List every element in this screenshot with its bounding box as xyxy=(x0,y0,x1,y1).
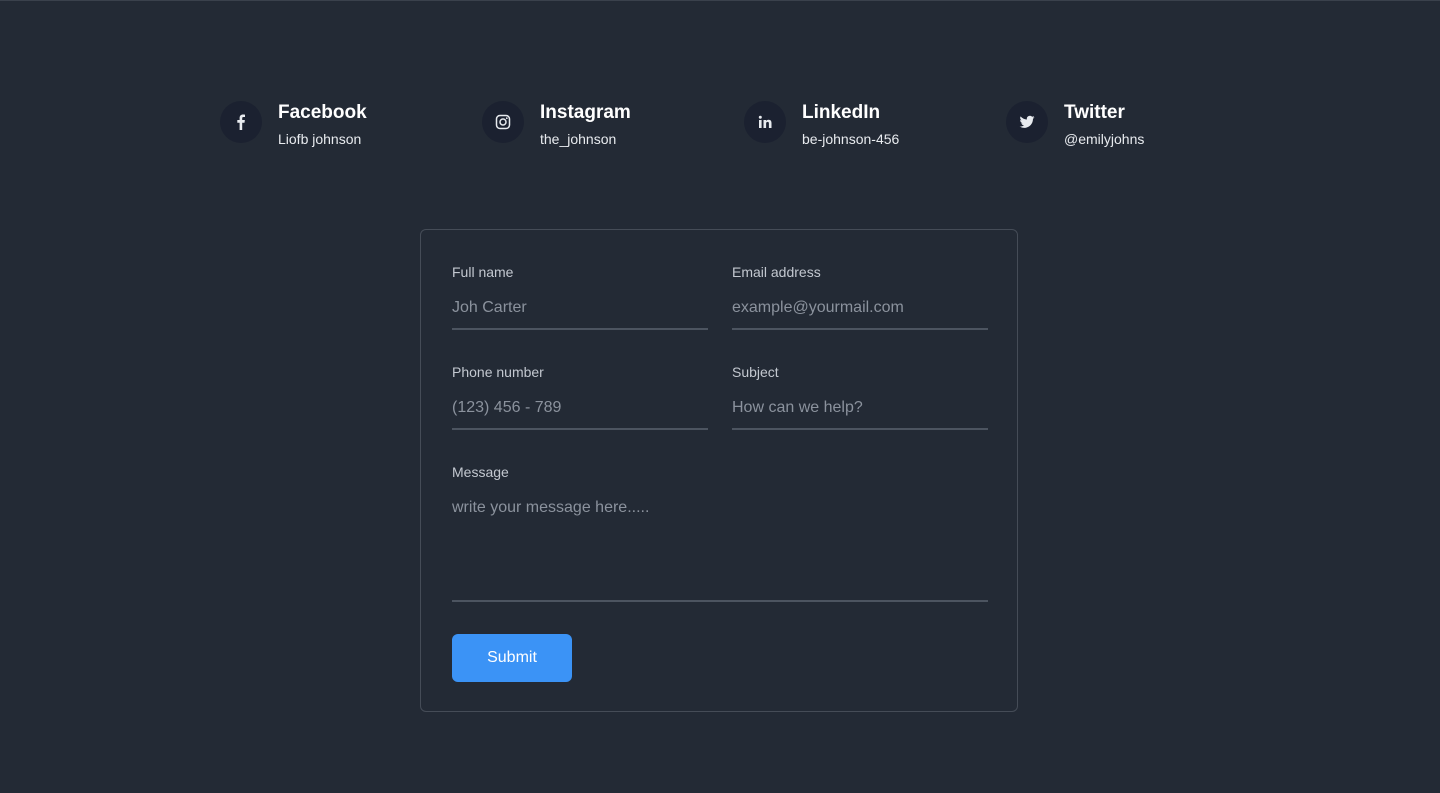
social-twitter[interactable]: Twitter @emilyjohns xyxy=(1006,101,1268,148)
social-handle[interactable]: @emilyjohns xyxy=(1064,130,1144,148)
social-links: Facebook Liofb johnson Instagram the_joh… xyxy=(220,101,1268,148)
social-handle[interactable]: the_johnson xyxy=(540,130,631,148)
twitter-icon[interactable] xyxy=(1006,101,1048,143)
phone-field: Phone number xyxy=(452,364,708,430)
social-name: Instagram xyxy=(540,102,631,123)
subject-label: Subject xyxy=(732,364,779,380)
social-name: Facebook xyxy=(278,102,367,123)
full-name-label: Full name xyxy=(452,264,514,280)
social-name: LinkedIn xyxy=(802,102,881,123)
subject-field: Subject xyxy=(732,364,988,430)
social-linkedin-text: LinkedIn be-johnson-456 xyxy=(802,101,899,148)
social-name: Twitter xyxy=(1064,102,1125,123)
full-name-field: Full name xyxy=(452,264,708,330)
social-handle[interactable]: Liofb johnson xyxy=(278,130,367,148)
contact-form: Full name Email address Phone number Sub… xyxy=(420,229,1018,712)
email-field: Email address xyxy=(732,264,988,330)
social-linkedin[interactable]: LinkedIn be-johnson-456 xyxy=(744,101,1006,148)
social-twitter-text: Twitter @emilyjohns xyxy=(1064,101,1144,148)
subject-input[interactable] xyxy=(732,398,988,430)
message-textarea[interactable] xyxy=(452,498,988,602)
social-handle[interactable]: be-johnson-456 xyxy=(802,130,899,148)
message-label: Message xyxy=(452,464,509,480)
message-field: Message xyxy=(452,464,988,602)
facebook-icon[interactable] xyxy=(220,101,262,143)
full-name-input[interactable] xyxy=(452,298,708,330)
social-instagram-text: Instagram the_johnson xyxy=(540,101,631,148)
instagram-icon[interactable] xyxy=(482,101,524,143)
submit-button[interactable]: Submit xyxy=(452,634,572,682)
email-input[interactable] xyxy=(732,298,988,330)
linkedin-icon[interactable] xyxy=(744,101,786,143)
social-facebook-text: Facebook Liofb johnson xyxy=(278,101,367,148)
social-facebook[interactable]: Facebook Liofb johnson xyxy=(220,101,482,148)
social-instagram[interactable]: Instagram the_johnson xyxy=(482,101,744,148)
phone-input[interactable] xyxy=(452,398,708,430)
phone-label: Phone number xyxy=(452,364,544,380)
email-label: Email address xyxy=(732,264,821,280)
